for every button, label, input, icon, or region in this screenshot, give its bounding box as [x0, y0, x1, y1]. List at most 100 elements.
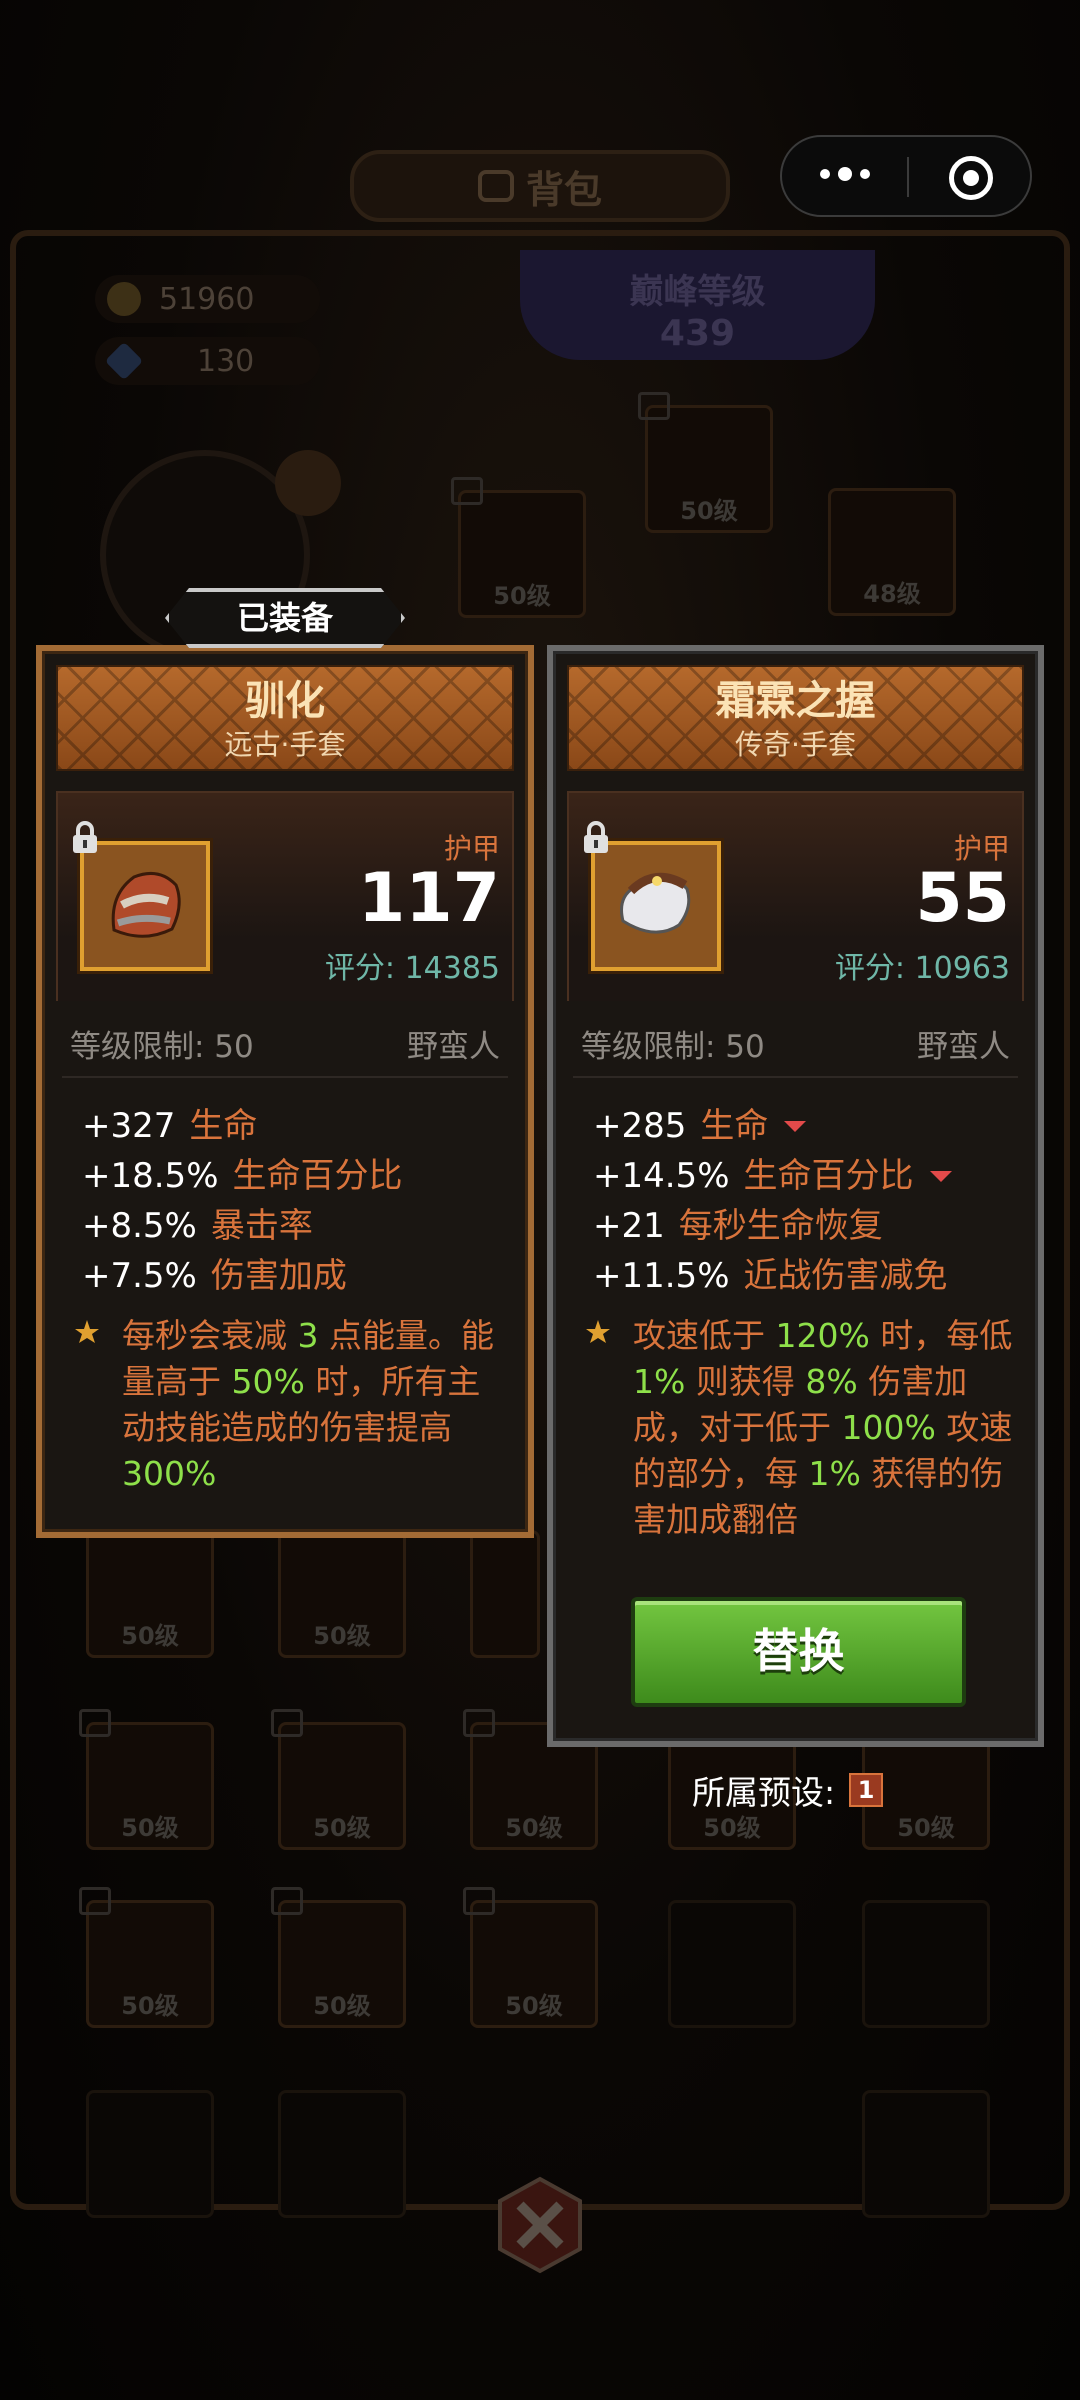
- glove-icon: [591, 841, 721, 971]
- passive-highlight: 100%: [841, 1408, 936, 1447]
- passive-description: 攻速低于 120% 时，每低 1% 则获得 8% 伤害加成，对于低于 100% …: [585, 1313, 1018, 1543]
- stat-name: 每秒生命恢复: [678, 1206, 883, 1246]
- slot-level: 50级: [313, 1814, 371, 1842]
- more-icon[interactable]: [820, 167, 870, 181]
- gem-value: 130: [197, 343, 255, 379]
- slot-level: 50级: [121, 1622, 179, 1650]
- lock-icon: [463, 1887, 495, 1915]
- equipped-tag: 已装备: [165, 588, 405, 648]
- star-icon: [75, 1320, 99, 1343]
- equip-slot-top[interactable]: 50级: [638, 392, 773, 533]
- bag-slot[interactable]: [470, 1530, 540, 1658]
- passive-highlight: 50%: [231, 1362, 305, 1401]
- bag-title-bar: 背包: [350, 150, 730, 222]
- passive-highlight: 300%: [122, 1454, 217, 1493]
- compare-item-card: 霜霖之握 传奇·手套 护甲 55 评分: 10963 等级限制: 50 野蛮人 …: [547, 645, 1044, 1747]
- item-summary: 护甲 117 评分: 14385: [56, 791, 514, 1001]
- stat-row: +18.5% 生命百分比: [82, 1151, 403, 1201]
- slot-level: 50级: [680, 497, 738, 525]
- slot-level: 50级: [897, 1814, 955, 1842]
- equip-slot-helmet[interactable]: 50级: [451, 477, 586, 618]
- item-meta: 等级限制: 50 野蛮人: [70, 1021, 500, 1066]
- peak-level-value: 439: [659, 313, 736, 354]
- passive-highlight: 1%: [808, 1454, 861, 1493]
- armor-value: 117: [358, 859, 500, 938]
- item-header: 霜霖之握 传奇·手套: [567, 665, 1024, 771]
- bag-icon: [477, 170, 514, 202]
- bag-slot[interactable]: 50级: [271, 1887, 406, 2028]
- refresh-icon[interactable]: [275, 450, 341, 516]
- stat-list: +327 生命 +18.5% 生命百分比 +8.5% 暴击率 +7.5% 伤害加成: [82, 1101, 403, 1301]
- bag-slot[interactable]: 50级: [86, 1530, 214, 1658]
- stat-value: +18.5%: [82, 1156, 219, 1196]
- miniprogram-capsule: [780, 135, 1032, 217]
- stat-row: +21 每秒生命恢复: [593, 1201, 952, 1251]
- passive-text: 攻速低于 120% 时，每低 1% 则获得 8% 伤害加成，对于低于 100% …: [633, 1313, 1018, 1543]
- item-score: 评分: 10963: [834, 951, 1010, 986]
- stat-row: +327 生命: [82, 1101, 403, 1151]
- stat-row: +14.5% 生命百分比: [593, 1151, 952, 1201]
- stat-name: 生命: [700, 1106, 769, 1146]
- decrease-arrow-icon: [929, 1170, 952, 1182]
- bag-slot[interactable]: 50级: [463, 1887, 598, 2028]
- bag-title: 背包: [525, 167, 602, 212]
- bag-slot-empty[interactable]: [668, 1900, 796, 2028]
- stat-row: +8.5% 暴击率: [82, 1201, 403, 1251]
- bag-slot-empty[interactable]: [86, 2090, 214, 2218]
- level-requirement: 等级限制: 50: [581, 1029, 765, 1065]
- gem-counter: 130: [95, 337, 320, 385]
- stat-list: +285 生命 +14.5% 生命百分比 +21 每秒生命恢复 +11.5% 近战伤害减…: [593, 1101, 952, 1301]
- bag-slot-empty[interactable]: [862, 1900, 990, 2028]
- stat-value: +285: [593, 1106, 687, 1146]
- equip-slot-right[interactable]: 48级: [828, 488, 956, 616]
- passive-highlight: 3: [297, 1316, 319, 1355]
- bag-slot[interactable]: 50级: [271, 1709, 406, 1850]
- lock-icon: [271, 1709, 303, 1737]
- lock-icon: [451, 477, 483, 505]
- stat-value: +327: [82, 1106, 176, 1146]
- class-requirement: 野蛮人: [407, 1029, 500, 1065]
- item-summary: 护甲 55 评分: 10963: [567, 791, 1024, 1001]
- lock-icon: [79, 1709, 111, 1737]
- stat-value: +11.5%: [593, 1256, 730, 1296]
- lock-icon: [638, 392, 670, 420]
- gold-counter: 51960: [95, 275, 320, 323]
- star-icon: [586, 1320, 610, 1343]
- close-icon[interactable]: [490, 2175, 590, 2275]
- gold-value: 51960: [159, 281, 255, 317]
- bag-slot-empty[interactable]: [278, 2090, 406, 2218]
- preset-label: 所属预设:: [692, 1773, 836, 1812]
- equipped-item-card: 驯化 远古·手套 护甲 117 评分: 14385 等级限制: 50 野蛮人 +…: [36, 645, 534, 1538]
- bag-slot[interactable]: 50级: [278, 1530, 406, 1658]
- stat-name: 伤害加成: [210, 1256, 347, 1296]
- lock-icon[interactable]: [70, 821, 100, 855]
- lock-icon: [79, 1887, 111, 1915]
- lock-icon[interactable]: [581, 821, 611, 855]
- stat-name: 生命百分比: [232, 1156, 403, 1196]
- passive-text: 每秒会衰减 3 点能量。能量高于 50% 时，所有主动技能造成的伤害提高 300…: [122, 1313, 508, 1497]
- lock-icon: [271, 1887, 303, 1915]
- slot-level: 50级: [121, 1992, 179, 2020]
- passive-highlight: 8%: [805, 1362, 858, 1401]
- stat-name: 生命: [189, 1106, 258, 1146]
- gauntlet-icon: [80, 841, 210, 971]
- stat-name: 生命百分比: [743, 1156, 914, 1196]
- item-score: 评分: 14385: [324, 951, 500, 986]
- replace-button[interactable]: 替换: [631, 1597, 966, 1707]
- stat-row: +285 生命: [593, 1101, 952, 1151]
- close-miniprogram-icon[interactable]: [949, 156, 993, 200]
- preset-badge[interactable]: 1: [849, 1773, 884, 1807]
- stat-value: +8.5%: [82, 1206, 197, 1246]
- armor-value: 55: [915, 859, 1010, 938]
- passive-text-part: 时，每低: [880, 1316, 1013, 1355]
- stat-row: +11.5% 近战伤害减免: [593, 1251, 952, 1301]
- passive-highlight: 120%: [775, 1316, 870, 1355]
- bag-slot-empty[interactable]: [862, 2090, 990, 2218]
- bag-slot[interactable]: 50级: [79, 1709, 214, 1850]
- gold-coin-icon: [107, 282, 141, 316]
- passive-text-part: 每秒会衰减: [122, 1316, 287, 1355]
- bag-slot[interactable]: 50级: [79, 1887, 214, 2028]
- divider: [573, 1076, 1018, 1078]
- stat-value: +7.5%: [82, 1256, 197, 1296]
- divider: [62, 1076, 508, 1078]
